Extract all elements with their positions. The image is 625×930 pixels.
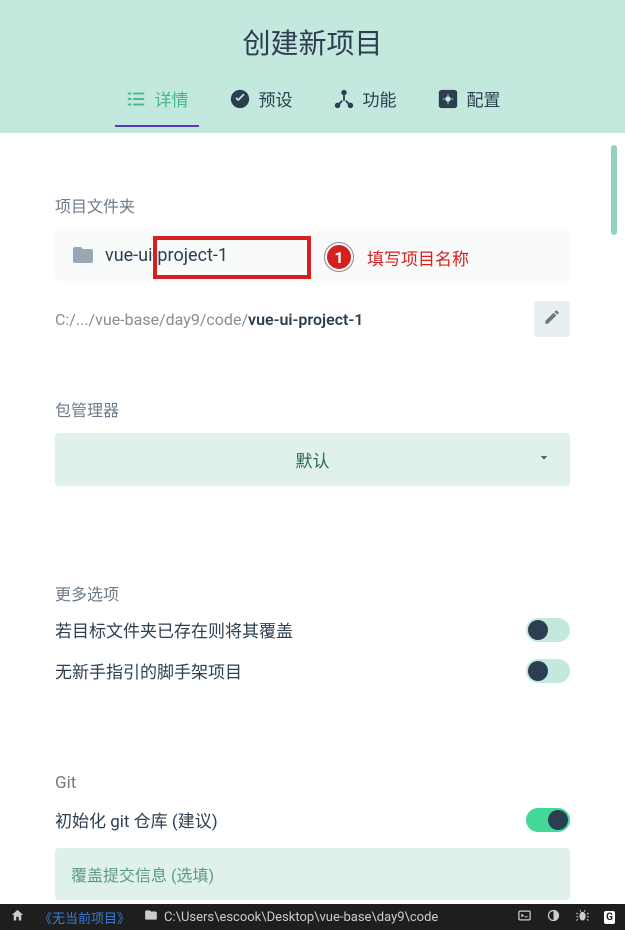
- home-icon[interactable]: [10, 908, 25, 927]
- project-path: C:/.../vue-base/day9/code/vue-ui-project…: [55, 310, 363, 329]
- pencil-icon: [543, 308, 561, 330]
- project-folder-input[interactable]: vue-ui-project-1 1 填写项目名称: [55, 229, 570, 281]
- tab-label: 预设: [259, 86, 293, 111]
- settings-app-icon: [437, 88, 459, 110]
- footer: 《无当前项目》 C:\Users\escook\Desktop\vue-base…: [0, 904, 625, 930]
- tab-features[interactable]: 功能: [333, 86, 397, 127]
- project-folder-label: 项目文件夹: [55, 193, 570, 217]
- path-row: C:/.../vue-base/day9/code/vue-ui-project…: [55, 301, 570, 337]
- check-circle-icon: [229, 88, 251, 110]
- theme-icon[interactable]: [546, 908, 561, 927]
- git-section: Git 初始化 git 仓库 (建议) 覆盖提交信息 (选填): [55, 773, 570, 900]
- list-icon: [125, 88, 147, 110]
- folder-name: vue-ui-project-1: [105, 245, 228, 266]
- tab-label: 详情: [155, 86, 189, 111]
- option-overwrite: 若目标文件夹已存在则将其覆盖: [55, 617, 570, 642]
- option-label: 无新手指引的脚手架项目: [55, 658, 242, 683]
- more-options-label: 更多选项: [55, 581, 570, 605]
- page-title: 创建新项目: [242, 22, 382, 62]
- graph-icon: [333, 88, 355, 110]
- commit-message-input[interactable]: 覆盖提交信息 (选填): [55, 848, 570, 900]
- toggle-bare[interactable]: [526, 659, 570, 683]
- tab-label: 功能: [363, 86, 397, 111]
- folder-icon: [144, 908, 158, 926]
- toggle-git-init[interactable]: [526, 808, 570, 832]
- tabs: 详情 预设 功能 配置: [125, 86, 501, 127]
- header: 创建新项目 详情 预设 功能 配置: [0, 0, 625, 133]
- footer-path-text: C:\Users\escook\Desktop\vue-base\day9\co…: [164, 910, 438, 925]
- option-bare: 无新手指引的脚手架项目: [55, 658, 570, 683]
- tab-config[interactable]: 配置: [437, 86, 501, 127]
- folder-icon: [71, 243, 95, 267]
- tab-presets[interactable]: 预设: [229, 86, 293, 127]
- no-project-label[interactable]: 《无当前项目》: [39, 908, 130, 927]
- option-git-init: 初始化 git 仓库 (建议): [55, 807, 570, 832]
- translate-icon[interactable]: G: [604, 911, 615, 924]
- footer-path[interactable]: C:\Users\escook\Desktop\vue-base\day9\co…: [144, 908, 438, 926]
- content: 项目文件夹 vue-ui-project-1 1 填写项目名称 C:/.../v…: [0, 133, 625, 904]
- package-manager-label: 包管理器: [55, 397, 570, 421]
- bug-icon[interactable]: [575, 908, 590, 927]
- tab-label: 配置: [467, 86, 501, 111]
- select-value: 默认: [296, 452, 330, 472]
- input-placeholder: 覆盖提交信息 (选填): [71, 866, 214, 885]
- annotation-1: 1 填写项目名称: [325, 243, 469, 271]
- chevron-down-icon: [536, 449, 552, 470]
- git-label: Git: [55, 773, 570, 793]
- annotation-text-1: 填写项目名称: [367, 245, 469, 270]
- package-manager-select[interactable]: 默认: [55, 433, 570, 486]
- option-label: 初始化 git 仓库 (建议): [55, 807, 218, 832]
- log-icon[interactable]: [517, 908, 532, 927]
- option-label: 若目标文件夹已存在则将其覆盖: [55, 617, 293, 642]
- tab-details[interactable]: 详情: [125, 86, 189, 127]
- edit-path-button[interactable]: [534, 301, 570, 337]
- toggle-overwrite[interactable]: [526, 618, 570, 642]
- annotation-badge-1: 1: [325, 243, 353, 271]
